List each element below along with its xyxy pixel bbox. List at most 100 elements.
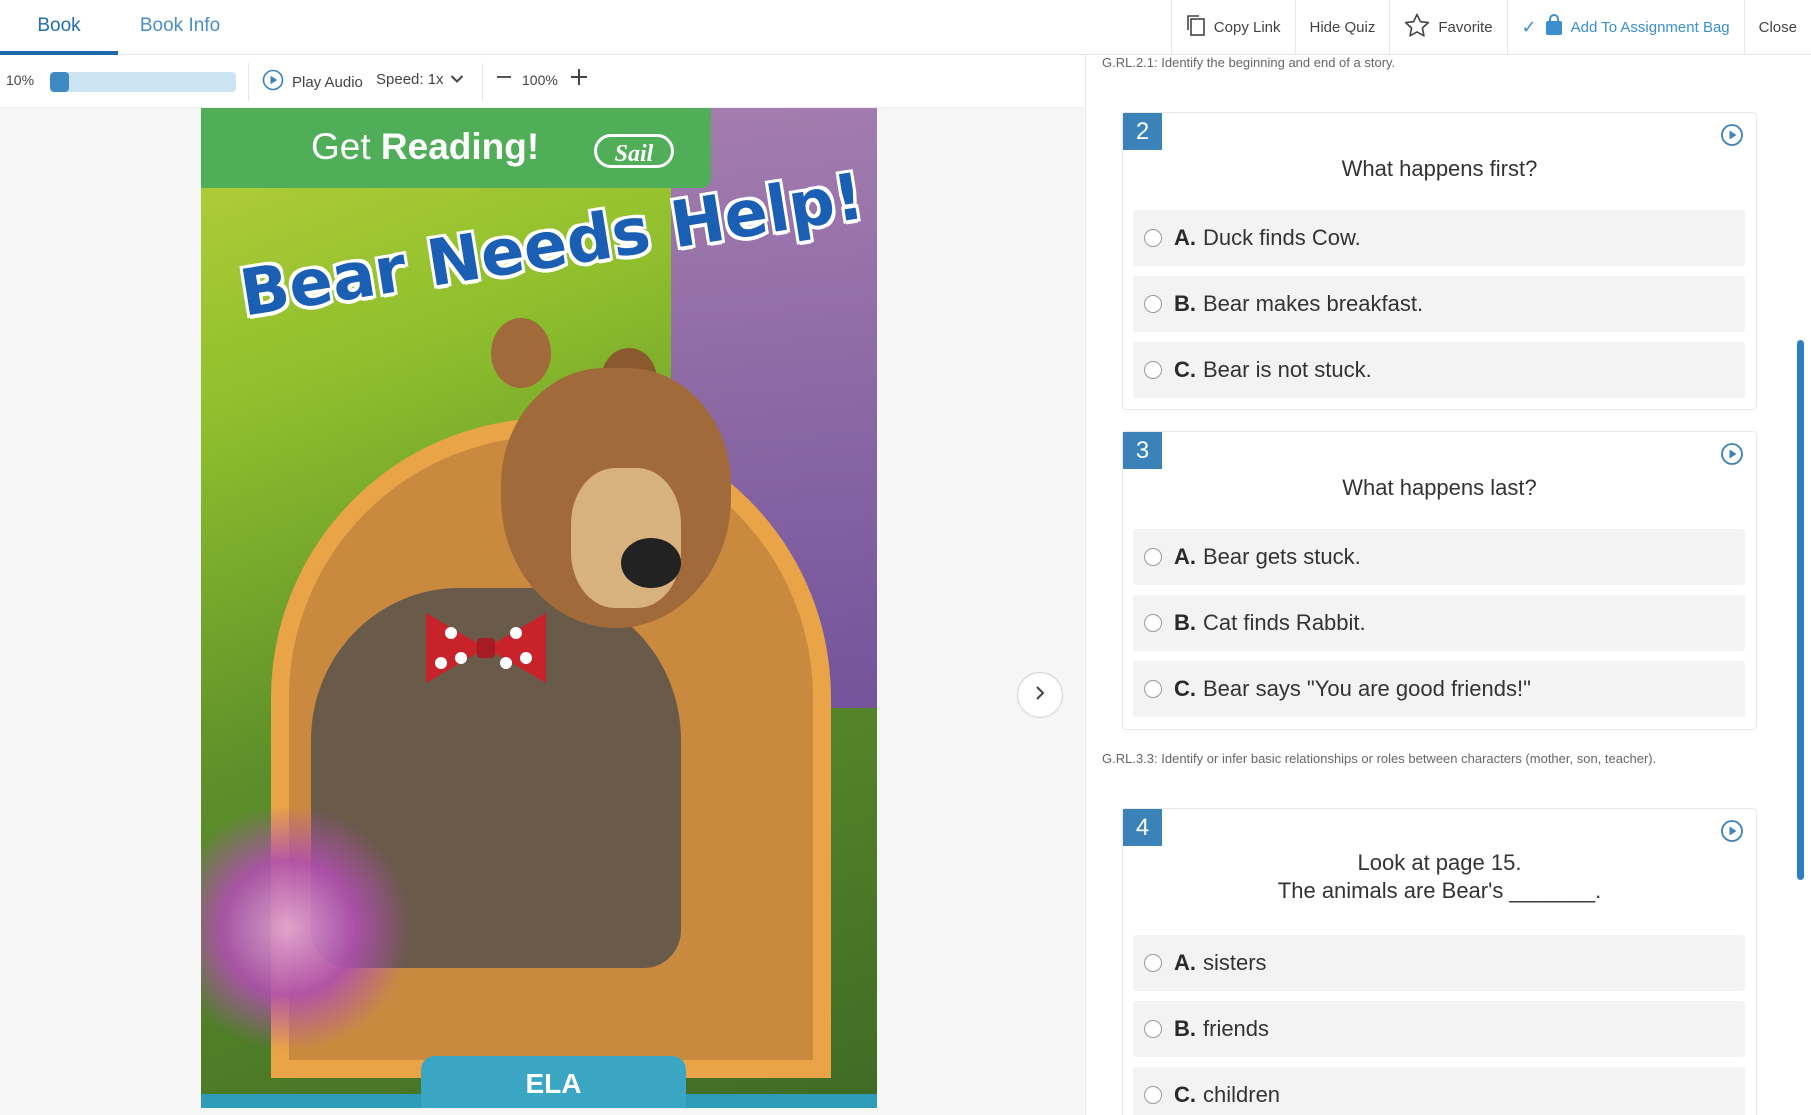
hide-quiz-label: Hide Quiz <box>1309 18 1376 36</box>
bowtie-illustration <box>426 613 546 683</box>
close-button[interactable]: Close <box>1743 0 1811 54</box>
option-letter: B. <box>1174 291 1196 316</box>
add-to-bag-label: Add To Assignment Bag <box>1570 18 1730 36</box>
series-logo: Get Reading! <box>311 126 540 167</box>
question-number: 2 <box>1123 113 1162 150</box>
standard-label: G.RL.3.3: Identify or infer basic relati… <box>1102 751 1657 766</box>
add-to-assignment-bag-button[interactable]: ✓ Add To Assignment Bag <box>1506 0 1744 54</box>
radio-button[interactable] <box>1144 548 1162 566</box>
favorite-label: Favorite <box>1438 18 1493 36</box>
option-letter: C. <box>1174 676 1196 701</box>
option-letter: A. <box>1174 544 1196 569</box>
radio-button[interactable] <box>1144 954 1162 972</box>
subject-tab: ELA <box>421 1056 686 1108</box>
answer-option[interactable]: B. Cat finds Rabbit. <box>1133 595 1745 651</box>
option-text: children <box>1203 1082 1281 1107</box>
reader-controls: 10% Play Audio Speed: 1x 100% <box>0 55 1084 108</box>
hide-quiz-button[interactable]: Hide Quiz <box>1294 0 1390 54</box>
answer-option[interactable]: B. Bear makes breakfast. <box>1133 276 1745 332</box>
zoom-out-icon[interactable] <box>496 67 512 93</box>
favorite-button[interactable]: Favorite <box>1389 0 1506 54</box>
question-text: Look at page 15. The animals are Bear's … <box>1123 849 1756 905</box>
radio-button[interactable] <box>1144 1086 1162 1104</box>
play-circle-icon <box>262 69 284 95</box>
close-label: Close <box>1758 18 1797 36</box>
top-bar: Book Book Info Copy Link Hide Quiz Favor… <box>0 0 1811 55</box>
answer-option[interactable]: C. Bear is not stuck. <box>1133 342 1745 398</box>
speed-label: Speed: 1x <box>376 71 444 88</box>
radio-button[interactable] <box>1144 361 1162 379</box>
book-reader: 10% Play Audio Speed: 1x 100% Get Readin… <box>0 55 1084 1115</box>
option-text: Cat finds Rabbit. <box>1203 610 1366 635</box>
progress-fill <box>50 72 69 92</box>
play-audio-label: Play Audio <box>292 73 363 91</box>
scrollbar[interactable] <box>1797 340 1804 880</box>
book-cover: Get Reading! Sail Bear Needs Help! ELA <box>201 108 877 1108</box>
tab-book[interactable]: Book <box>0 0 118 55</box>
radio-button[interactable] <box>1144 680 1162 698</box>
question-text-line: Look at page 15. <box>1357 850 1522 875</box>
chevron-down-icon <box>450 71 464 88</box>
zoom-in-icon[interactable] <box>570 65 588 96</box>
option-letter: A. <box>1174 950 1196 975</box>
option-text: Bear makes breakfast. <box>1203 291 1424 316</box>
copy-icon <box>1186 14 1206 40</box>
question-text-line: The animals are Bear's _______. <box>1277 878 1602 903</box>
option-text: Bear says "You are good friends!" <box>1203 676 1531 701</box>
divider <box>482 63 483 101</box>
option-letter: B. <box>1174 610 1196 635</box>
chevron-right-icon <box>1034 684 1046 706</box>
option-text: friends <box>1203 1016 1270 1041</box>
bear-nose-illustration <box>621 538 681 588</box>
flowers-illustration <box>201 808 421 1108</box>
option-text: Bear is not stuck. <box>1203 357 1372 382</box>
option-letter: C. <box>1174 1082 1196 1107</box>
question-text: What happens last? <box>1342 475 1537 500</box>
play-question-icon[interactable] <box>1720 819 1744 848</box>
question-number: 4 <box>1123 809 1162 846</box>
zoom-level: 100% <box>522 72 558 88</box>
option-letter: C. <box>1174 357 1196 382</box>
level-badge: Sail <box>594 134 674 168</box>
question-card: 2 What happens first? A. Duck finds Cow.… <box>1122 112 1757 410</box>
copy-link-button[interactable]: Copy Link <box>1170 0 1295 54</box>
radio-button[interactable] <box>1144 229 1162 247</box>
star-icon <box>1404 13 1430 41</box>
answer-option[interactable]: B. friends <box>1133 1001 1745 1057</box>
option-letter: A. <box>1174 225 1196 250</box>
toolbar: Copy Link Hide Quiz Favorite ✓ Add To As… <box>1170 0 1811 54</box>
divider <box>248 63 249 101</box>
radio-button[interactable] <box>1144 295 1162 313</box>
answer-option[interactable]: A. Duck finds Cow. <box>1133 210 1745 266</box>
check-icon: ✓ <box>1521 16 1537 37</box>
bear-ear-illustration <box>491 318 551 388</box>
radio-button[interactable] <box>1144 614 1162 632</box>
answer-option[interactable]: A. Bear gets stuck. <box>1133 529 1745 585</box>
play-question-icon[interactable] <box>1720 442 1744 471</box>
progress-percent: 10% <box>6 72 35 88</box>
speed-select[interactable]: Speed: 1x <box>376 71 464 88</box>
question-card: 3 What happens last? A. Bear gets stuck.… <box>1122 431 1757 730</box>
next-page-button[interactable] <box>1017 672 1063 718</box>
option-text: sisters <box>1203 950 1267 975</box>
question-card: 4 Look at page 15. The animals are Bear'… <box>1122 808 1757 1115</box>
progress-bar <box>50 72 236 92</box>
play-question-icon[interactable] <box>1720 123 1744 152</box>
tab-book-info[interactable]: Book Info <box>120 0 240 54</box>
answer-option[interactable]: C. children <box>1133 1067 1745 1115</box>
option-text: Bear gets stuck. <box>1203 544 1361 569</box>
question-number: 3 <box>1123 432 1162 469</box>
answer-option[interactable]: C. Bear says "You are good friends!" <box>1133 661 1745 717</box>
bag-icon <box>1545 14 1563 40</box>
quiz-panel: G.RL.2.1: Identify the beginning and end… <box>1085 55 1811 1115</box>
copy-link-label: Copy Link <box>1213 18 1281 36</box>
answer-option[interactable]: A. sisters <box>1133 935 1745 991</box>
bear-snout-illustration <box>571 468 681 608</box>
option-letter: B. <box>1174 1016 1196 1041</box>
series-banner: Get Reading! Sail <box>201 108 711 188</box>
option-text: Duck finds Cow. <box>1203 225 1361 250</box>
standard-label: G.RL.2.1: Identify the beginning and end… <box>1102 55 1396 70</box>
play-audio-button[interactable]: Play Audio <box>262 69 363 95</box>
radio-button[interactable] <box>1144 1020 1162 1038</box>
question-text: What happens first? <box>1341 156 1538 181</box>
